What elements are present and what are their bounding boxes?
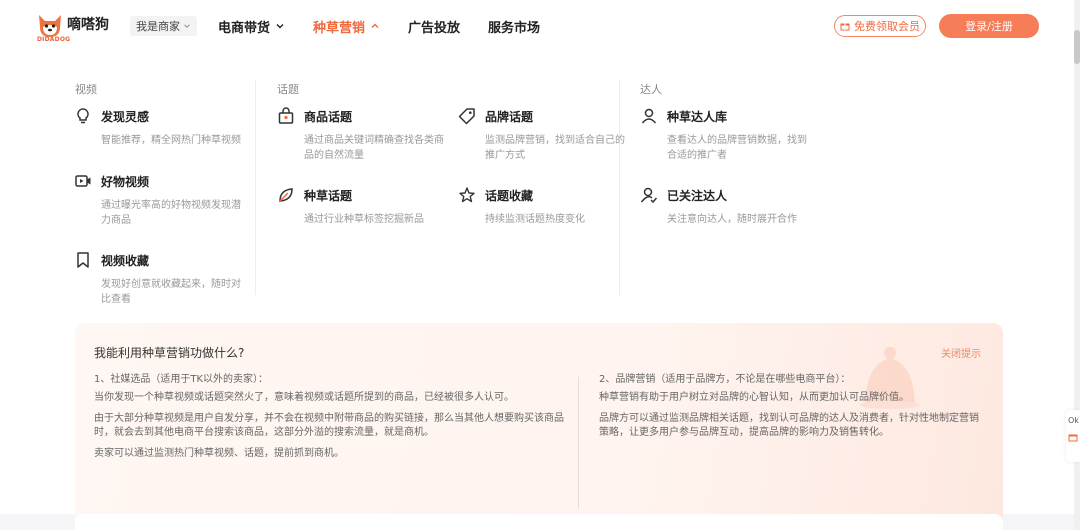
close-tip-link[interactable]: 关闭提示 — [941, 345, 981, 360]
video-icon — [75, 175, 91, 187]
side-float-widget[interactable]: Ok — [1066, 410, 1080, 462]
login-button[interactable]: 登录/注册 — [939, 14, 1039, 38]
menu-item-desc: 智能推荐，精全网热门种草视频 — [101, 135, 241, 146]
group-title-topic: 话题 — [277, 83, 299, 96]
info-right-head: 2、品牌营销（适用于品牌方，不论是在哪些电商平台）： — [599, 374, 851, 385]
main-nav: 电商带货 种草营销 广告投放 服务市场 — [218, 0, 568, 52]
menu-item-title: 已关注达人 — [667, 188, 728, 203]
merchant-label: 我是商家 — [136, 20, 180, 33]
group-title-kol: 达人 — [640, 83, 662, 96]
gift-icon — [840, 23, 850, 31]
menu-item-desc: 通过曝光率高的好物视频发现潜力商品 — [101, 200, 241, 226]
menu-item-title: 商品话题 — [304, 109, 353, 124]
menu-item-desc: 关注意向达人，随时展开合作 — [667, 214, 797, 225]
user-check-icon — [640, 187, 658, 204]
menu-item-title: 好物视频 — [101, 174, 150, 189]
menu-item-title: 发现灵感 — [101, 109, 150, 124]
side-float-label: Ok — [1068, 416, 1079, 425]
menu-item-seed-topic[interactable]: 种草话题 通过行业种草标签挖掘新品 — [277, 186, 447, 227]
nav-item-market[interactable]: 服务市场 — [488, 17, 540, 36]
top-header: 嘀嗒狗 DIDADOG 我是商家 电商带货 种草营销 广告投放 服务市场 免费领… — [0, 0, 1080, 52]
menu-item-title: 话题收藏 — [485, 188, 534, 203]
info-left-p2: 由于大部分种草视频是用户自发分享，并不会在视频中附带商品的购买链接，那么当其他人… — [94, 413, 564, 438]
info-left-p1: 当你发现一个种草视频或话题突然火了，意味着视频或话题所提到的商品，已经被很多人认… — [94, 392, 514, 403]
content-card-top — [75, 514, 1003, 530]
tag-icon — [458, 108, 475, 125]
menu-item-desc: 持续监测话题热度变化 — [485, 214, 585, 225]
gift-icon — [1068, 434, 1078, 442]
info-right-p1: 种草营销有助于用户树立对品牌的心智认知，从而更加认可品牌价值。 — [599, 392, 909, 403]
menu-item-kol-library[interactable]: 种草达人库 查看达人的品牌营销数据，找到合适的推广者 — [640, 107, 810, 163]
nav-item-seeding[interactable]: 种草营销 — [313, 17, 380, 36]
lightbulb-icon — [77, 108, 89, 124]
menu-item-followed-kol[interactable]: 已关注达人 关注意向达人，随时展开合作 — [640, 186, 810, 227]
menu-item-good-video[interactable]: 好物视频 通过曝光率高的好物视频发现潜力商品 — [74, 172, 244, 228]
nav-label: 广告投放 — [408, 20, 461, 36]
info-left-head: 1、社媒选品（适用于TK以外的卖家）： — [94, 374, 269, 385]
menu-item-brand-topic[interactable]: 品牌话题 监测品牌营销，找到适合自己的推广方式 — [458, 107, 628, 163]
info-left-p3: 卖家可以通过监测热门种草视频、话题，提前抓到商机。 — [94, 448, 344, 459]
menu-item-desc: 通过商品关键词精确查找各类商品的自然流量 — [304, 135, 444, 161]
menu-item-video-fav[interactable]: 视频收藏 发现好创意就收藏起来，随时对比查看 — [74, 251, 244, 307]
shop-bag-icon — [278, 107, 294, 124]
menu-item-title: 种草话题 — [304, 188, 353, 203]
menu-item-title: 视频收藏 — [101, 253, 150, 268]
logo[interactable]: 嘀嗒狗 DIDADOG — [36, 11, 109, 43]
info-right-column: 2、品牌营销（适用于品牌方，不论是在哪些电商平台）： 种草营销有助于用户树立对品… — [599, 373, 979, 447]
menu-item-topic-fav[interactable]: 话题收藏 持续监测话题热度变化 — [458, 186, 628, 227]
nav-item-ads[interactable]: 广告投放 — [408, 17, 460, 36]
menu-item-discover[interactable]: 发现灵感 智能推荐，精全网热门种草视频 — [74, 107, 244, 148]
menu-item-desc: 监测品牌营销，找到适合自己的推广方式 — [485, 135, 625, 161]
info-card: 我能利用种草营销功做什么? 关闭提示 1、社媒选品（适用于TK以外的卖家）： 当… — [75, 323, 1003, 530]
free-vip-button[interactable]: 免费领取会员 — [834, 15, 926, 37]
leaf-icon — [279, 188, 293, 202]
menu-item-title: 种草达人库 — [667, 109, 728, 124]
info-right-p2: 品牌方可以通过监测品牌相关话题，找到认可品牌的达人及消费者，针对性地制定营销策略… — [599, 413, 979, 438]
vip-label: 免费领取会员 — [854, 20, 920, 33]
info-left-column: 1、社媒选品（适用于TK以外的卖家）： 当你发现一个种草视频或话题突然火了，意味… — [94, 373, 564, 468]
bookmark-icon — [77, 252, 89, 268]
merchant-switch[interactable]: 我是商家 — [130, 16, 197, 36]
chevron-down-icon — [184, 24, 190, 28]
info-card-title: 我能利用种草营销功做什么? — [94, 346, 245, 360]
nav-item-ecommerce[interactable]: 电商带货 — [218, 17, 285, 36]
nav-label: 种草营销 — [313, 20, 366, 36]
star-icon — [459, 187, 475, 203]
column-divider — [578, 377, 579, 509]
menu-item-desc: 通过行业种草标签挖掘新品 — [304, 214, 424, 225]
menu-item-desc: 查看达人的品牌营销数据，找到合适的推广者 — [667, 135, 807, 161]
menu-item-title: 品牌话题 — [485, 109, 534, 124]
nav-label: 服务市场 — [488, 20, 541, 36]
divider — [255, 80, 256, 295]
menu-item-desc: 发现好创意就收藏起来，随时对比查看 — [101, 279, 241, 305]
user-icon — [641, 108, 657, 124]
group-title-video: 视频 — [75, 83, 97, 96]
logo-subtext: DIDADOG — [37, 36, 71, 43]
nav-label: 电商带货 — [218, 20, 271, 36]
chevron-up-icon — [371, 23, 379, 28]
scroll-thumb[interactable] — [1074, 30, 1080, 64]
menu-item-product-topic[interactable]: 商品话题 通过商品关键词精确查找各类商品的自然流量 — [277, 107, 447, 163]
logo-text: 嘀嗒狗 — [67, 17, 109, 33]
chevron-down-icon — [276, 24, 284, 29]
seeding-dropdown-panel: 视频 话题 达人 发现灵感 智能推荐，精全网热门种草视频 好物视频 通过曝光率高… — [0, 52, 1074, 530]
